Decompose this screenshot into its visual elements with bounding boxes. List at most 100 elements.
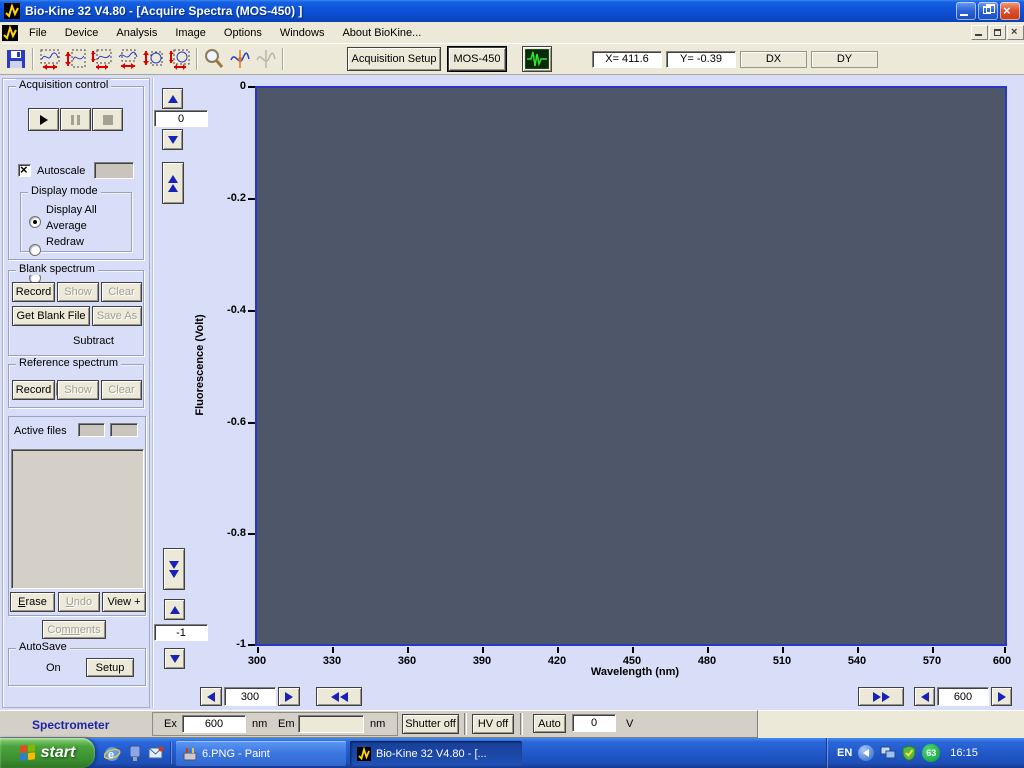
- task-button-paint[interactable]: 6.PNG - Paint: [176, 741, 346, 766]
- task-button-biokine[interactable]: Bio-Kine 32 V4.80 - [...: [350, 741, 522, 766]
- radio-average-label: Average: [46, 220, 87, 232]
- clock[interactable]: 16:15: [950, 747, 978, 759]
- acquisition-setup-button[interactable]: Acquisition Setup: [347, 47, 441, 71]
- comments-button[interactable]: Comments: [42, 620, 106, 639]
- menu-device[interactable]: Device: [56, 24, 108, 42]
- ex-unit-label: nm: [252, 718, 267, 730]
- ex-wavelength-field[interactable]: 600: [182, 715, 246, 733]
- active-file-color-swatch: [110, 423, 138, 437]
- acquisition-control-title: Acquisition control: [16, 79, 111, 91]
- autosave-on-label: On: [46, 662, 61, 674]
- hide-icons-chevron-icon[interactable]: [858, 745, 874, 761]
- start-button[interactable]: start: [0, 738, 95, 768]
- x-max-field[interactable]: 600: [937, 687, 989, 706]
- y-min-up-button[interactable]: [164, 599, 185, 620]
- stop-icon: [103, 115, 113, 125]
- x-tick-label: 450: [610, 655, 654, 667]
- reference-show-button[interactable]: Show: [57, 380, 99, 400]
- menu-windows[interactable]: Windows: [271, 24, 334, 42]
- x-max-decrease-button[interactable]: [914, 687, 935, 706]
- hv-voltage-field[interactable]: 0: [572, 714, 616, 732]
- menu-analysis[interactable]: Analysis: [107, 24, 166, 42]
- x-min-field[interactable]: 300: [224, 687, 276, 706]
- y-tick-mark: [248, 86, 255, 88]
- x-tick-mark: [857, 647, 859, 653]
- y-offset-down-button[interactable]: [162, 129, 183, 150]
- blank-record-button[interactable]: Record: [12, 282, 55, 302]
- autosave-setup-button[interactable]: Setup: [86, 658, 134, 677]
- y-coordinate-readout: Y= -0.39: [666, 51, 736, 68]
- reference-record-button[interactable]: Record: [12, 380, 55, 400]
- outlook-express-icon[interactable]: [148, 745, 165, 765]
- hv-button[interactable]: HV off: [472, 714, 514, 734]
- get-blank-file-button[interactable]: Get Blank File: [12, 306, 90, 326]
- save-icon[interactable]: [3, 46, 29, 72]
- network-icon[interactable]: [880, 746, 896, 760]
- autoscale-checkbox[interactable]: [18, 164, 31, 177]
- x-scroll-right-button[interactable]: [858, 687, 904, 706]
- menu-image[interactable]: Image: [166, 24, 215, 42]
- hv-auto-button[interactable]: Auto: [533, 714, 566, 733]
- view-plus-button[interactable]: View +: [102, 592, 146, 612]
- curve-cursor-icon[interactable]: [227, 46, 253, 72]
- y-shrink-button[interactable]: [163, 548, 185, 590]
- y-min-field[interactable]: -1: [154, 624, 208, 641]
- menu-file[interactable]: File: [20, 24, 56, 42]
- save-as-button[interactable]: Save As: [92, 306, 142, 326]
- mdi-close-button[interactable]: ×: [1007, 25, 1024, 40]
- pause-button[interactable]: [60, 108, 91, 131]
- minimize-button[interactable]: [956, 2, 976, 20]
- zoom-xy-icon[interactable]: [89, 46, 115, 72]
- unzoom-y-icon[interactable]: [141, 46, 167, 72]
- x-tick-mark: [407, 647, 409, 653]
- oscilloscope-display-button[interactable]: [522, 46, 552, 72]
- em-wavelength-field[interactable]: [298, 715, 364, 733]
- erase-button[interactable]: Erase: [10, 592, 55, 612]
- autosave-title: AutoSave: [16, 641, 70, 653]
- active-files-list[interactable]: [11, 449, 144, 589]
- security-shield-icon[interactable]: [902, 745, 916, 761]
- y-offset-up-button[interactable]: [162, 88, 183, 109]
- x-min-increase-button[interactable]: [278, 687, 300, 706]
- y-expand-button[interactable]: [162, 162, 184, 204]
- internet-explorer-icon[interactable]: e: [104, 745, 121, 765]
- mos450-button[interactable]: MOS-450: [448, 47, 506, 71]
- unzoom-all-icon[interactable]: [167, 46, 193, 72]
- magnifier-icon[interactable]: [201, 46, 227, 72]
- media-player-icon[interactable]: [127, 745, 143, 765]
- reference-clear-button[interactable]: Clear: [101, 380, 142, 400]
- close-button[interactable]: ×: [1000, 2, 1020, 20]
- radio-average[interactable]: [29, 244, 41, 256]
- radio-display-all[interactable]: [29, 216, 41, 228]
- radio-redraw-label: Redraw: [46, 236, 84, 248]
- x-tick-label: 300: [235, 655, 279, 667]
- x-tick-mark: [782, 647, 784, 653]
- spectra-plot-area[interactable]: [255, 86, 1007, 646]
- language-indicator[interactable]: EN: [837, 747, 852, 759]
- em-label: Em: [278, 718, 295, 730]
- blank-clear-button[interactable]: Clear: [101, 282, 142, 302]
- y-tick-mark: [248, 644, 255, 646]
- battery-meter-icon[interactable]: 63: [922, 744, 940, 762]
- blank-show-button[interactable]: Show: [57, 282, 99, 302]
- zoom-x-icon[interactable]: [37, 46, 63, 72]
- menu-about-biokine[interactable]: About BioKine...: [333, 24, 430, 42]
- y-tick-label: -0.2: [202, 192, 246, 204]
- menu-options[interactable]: Options: [215, 24, 271, 42]
- y-min-down-button[interactable]: [164, 648, 185, 669]
- restore-button[interactable]: [978, 2, 998, 20]
- x-tick-mark: [1004, 647, 1006, 653]
- zoom-y-icon[interactable]: [63, 46, 89, 72]
- unzoom-x-icon[interactable]: [115, 46, 141, 72]
- shutter-button[interactable]: Shutter off: [402, 714, 459, 734]
- mdi-restore-button[interactable]: [989, 25, 1006, 40]
- undo-button[interactable]: Undo: [58, 592, 100, 612]
- mdi-minimize-button[interactable]: [971, 25, 988, 40]
- x-max-increase-button[interactable]: [991, 687, 1012, 706]
- x-min-decrease-button[interactable]: [200, 687, 222, 706]
- x-tick-mark: [632, 647, 634, 653]
- x-scroll-left-button[interactable]: [316, 687, 362, 706]
- y-offset-field[interactable]: 0: [154, 110, 208, 127]
- play-button[interactable]: [28, 108, 59, 131]
- stop-button[interactable]: [92, 108, 123, 131]
